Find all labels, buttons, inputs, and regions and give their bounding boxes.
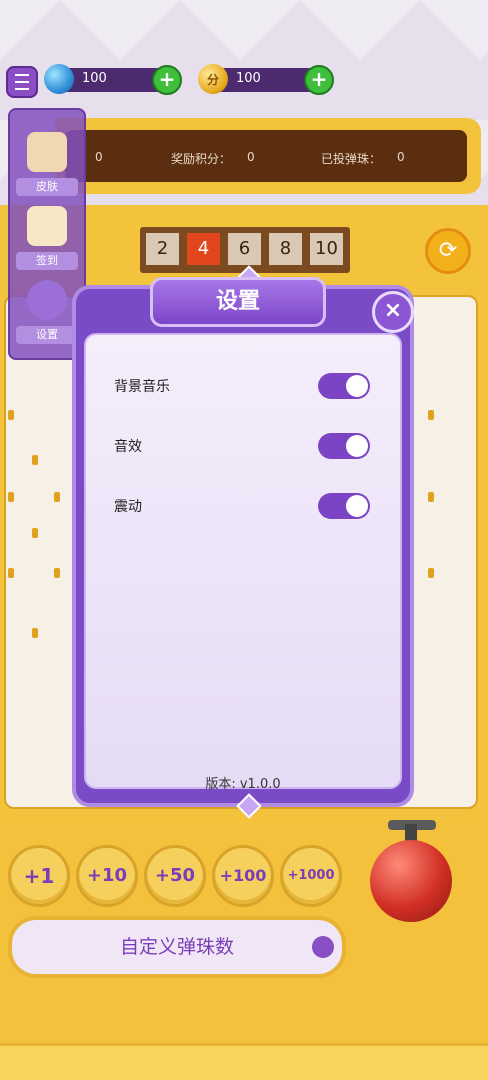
toggle-knob [346,495,368,517]
music-toggle[interactable] [318,373,370,399]
vibration-toggle[interactable] [318,493,370,519]
close-icon: × [383,298,403,323]
setting-label: 震动 [114,499,142,515]
toggle-knob [346,375,368,397]
dialog-body: 背景音乐 音效 震动 版本: v1.0.0 [84,333,402,792]
dialog-title: 设置 [150,277,326,327]
setting-row-sound: 音效 [114,431,370,461]
toggle-knob [346,435,368,457]
setting-label: 背景音乐 [114,379,170,395]
setting-row-music: 背景音乐 [114,371,370,401]
setting-label: 音效 [114,439,142,455]
sound-toggle[interactable] [318,433,370,459]
settings-dialog: 设置 × 背景音乐 音效 震动 版本: v1.0.0 [72,265,414,819]
version-text: 版本: v1.0.0 [205,777,281,792]
close-button[interactable]: × [372,291,414,333]
setting-row-vibration: 震动 [114,491,370,521]
